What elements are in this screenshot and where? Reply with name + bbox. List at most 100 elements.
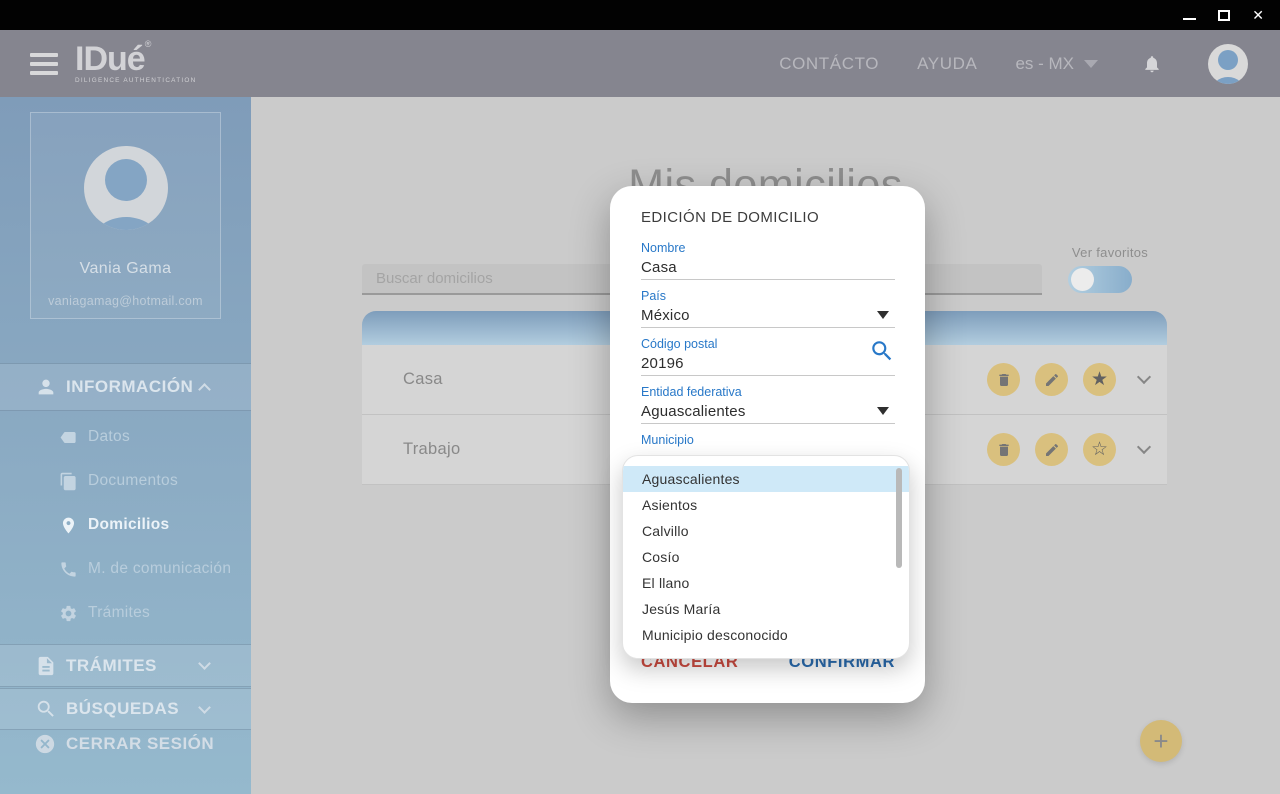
edit-button[interactable] <box>1035 433 1068 466</box>
section-label: BÚSQUEDAS <box>66 699 180 718</box>
chevron-down-icon <box>198 700 211 714</box>
sidebar-item-medios-comunicacion[interactable]: M. de comunicación <box>0 547 251 591</box>
logout-label: CERRAR SESIÓN <box>66 734 215 753</box>
sidebar-section-informacion[interactable]: INFORMACIÓN <box>0 363 251 411</box>
dropdown-option[interactable]: Cosío <box>623 544 909 570</box>
app-header: IDué® DILIGENCE AUTHENTICATION CONTÁCTO … <box>0 30 1280 97</box>
dropdown-option[interactable]: Calvillo <box>623 518 909 544</box>
entidad-federativa-select[interactable]: Aguascalientes <box>641 403 895 424</box>
delete-button[interactable] <box>987 363 1020 396</box>
phone-icon <box>59 560 78 579</box>
sidebar-item-label: Trámites <box>88 604 151 621</box>
gear-icon <box>59 604 78 623</box>
sidebar-item-label: Documentos <box>88 472 179 489</box>
field-label: Municipio <box>641 433 694 447</box>
favorites-toggle[interactable] <box>1068 266 1132 293</box>
chevron-down-icon[interactable] <box>1136 369 1152 384</box>
hamburger-menu-icon[interactable] <box>30 52 58 75</box>
chevron-down-icon <box>198 657 211 670</box>
star-filled-icon: ★ <box>1090 369 1109 390</box>
chevron-down-icon <box>1084 59 1098 68</box>
field-label: Código postal <box>641 337 718 351</box>
sidebar-section-tramites[interactable]: TRÁMITES <box>0 644 251 687</box>
trash-icon <box>998 443 1009 456</box>
sidebar-item-label: M. de comunicación <box>88 560 232 577</box>
nav-ayuda[interactable]: AYUDA <box>917 54 977 74</box>
brand-logo: IDué® DILIGENCE AUTHENTICATION <box>75 39 197 85</box>
search-icon <box>35 698 57 720</box>
plus-icon: + <box>1153 726 1169 756</box>
dropdown-option[interactable]: Jesús María <box>623 596 909 622</box>
dropdown-option[interactable]: Aguascalientes <box>623 466 909 492</box>
profile-card: Vania Gama vaniagamag@hotmail.com <box>30 112 221 319</box>
star-outline-icon: ☆ <box>1090 439 1109 460</box>
favorites-toggle-label: Ver favoritos <box>1071 245 1149 260</box>
profile-email: vaniagamag@hotmail.com <box>48 294 203 308</box>
maximize-icon[interactable] <box>1218 9 1231 21</box>
field-codigo-postal: Código postal 20196 <box>641 336 895 376</box>
sidebar-item-tramites[interactable]: Trámites <box>0 591 251 635</box>
chevron-up-icon <box>198 382 211 396</box>
pencil-icon <box>1045 443 1058 456</box>
domicile-name: Casa <box>403 370 443 388</box>
trash-icon <box>998 373 1009 386</box>
field-pais: País México <box>641 288 895 328</box>
documents-icon <box>59 472 78 491</box>
modal-title: EDICIÓN DE DOMICILIO <box>641 209 820 226</box>
sidebar-section-busquedas[interactable]: BÚSQUEDAS <box>0 688 251 730</box>
pais-select[interactable]: México <box>641 307 895 328</box>
sidebar-item-label: Datos <box>88 428 130 445</box>
notifications-bell-icon[interactable] <box>1142 53 1162 75</box>
edit-button[interactable] <box>1035 363 1068 396</box>
nombre-input[interactable]: Casa <box>641 259 895 280</box>
edit-domicile-modal: EDICIÓN DE DOMICILIO Nombre Casa País Mé… <box>610 186 925 703</box>
os-titlebar: ✕ <box>0 0 1280 30</box>
chevron-down-icon[interactable] <box>1136 439 1152 454</box>
postal-search-icon[interactable] <box>869 338 895 364</box>
dropdown-option[interactable]: Municipio desconocido <box>623 622 909 648</box>
field-municipio: Municipio <box>641 432 895 449</box>
close-circle-icon <box>34 733 56 755</box>
field-nombre: Nombre Casa <box>641 240 895 280</box>
field-label: País <box>641 289 667 303</box>
profile-name: Vania Gama <box>79 260 172 277</box>
location-pin-icon <box>59 516 78 535</box>
language-value: es - MX <box>1015 53 1074 73</box>
label-icon <box>59 428 78 447</box>
close-icon[interactable]: ✕ <box>1252 8 1264 22</box>
add-domicile-button[interactable]: + <box>1140 720 1182 762</box>
sidebar-item-label: Domicilios <box>88 516 170 533</box>
dropdown-option[interactable]: Asientos <box>623 492 909 518</box>
sidebar-item-datos[interactable]: Datos <box>0 415 251 459</box>
select-arrow-icon[interactable] <box>877 311 889 319</box>
delete-button[interactable] <box>987 433 1020 466</box>
dropdown-scrollbar[interactable] <box>896 468 902 568</box>
person-icon <box>35 376 57 398</box>
favorite-button[interactable]: ☆ <box>1083 433 1116 466</box>
sidebar-item-domicilios[interactable]: Domicilios <box>0 503 251 547</box>
profile-avatar <box>84 146 168 230</box>
domicile-name: Trabajo <box>403 440 461 458</box>
minimize-icon[interactable] <box>1183 18 1197 20</box>
select-arrow-icon[interactable] <box>877 407 889 415</box>
section-label: TRÁMITES <box>66 655 157 675</box>
field-entidad-federativa: Entidad federativa Aguascalientes <box>641 384 895 424</box>
toggle-knob <box>1071 268 1094 291</box>
nav-contacto[interactable]: CONTÁCTO <box>779 54 879 74</box>
registered-mark: ® <box>144 39 152 50</box>
favorite-button[interactable]: ★ <box>1083 363 1116 396</box>
field-label: Entidad federativa <box>641 385 742 399</box>
sidebar-item-documentos[interactable]: Documentos <box>0 459 251 503</box>
municipio-dropdown: Aguascalientes Asientos Calvillo Cosío E… <box>622 455 910 659</box>
brand-tagline: DILIGENCE AUTHENTICATION <box>75 77 197 85</box>
sidebar-submenu: Datos Documentos Domicilios M. de comuni… <box>0 415 251 635</box>
field-label: Nombre <box>641 241 686 255</box>
section-label: INFORMACIÓN <box>66 377 194 396</box>
logout-button[interactable]: CERRAR SESIÓN <box>0 729 251 759</box>
pencil-icon <box>1045 373 1058 386</box>
document-icon <box>35 655 57 677</box>
codigo-postal-input[interactable]: 20196 <box>641 355 895 376</box>
dropdown-option[interactable]: El llano <box>623 570 909 596</box>
user-avatar[interactable] <box>1208 43 1248 84</box>
language-selector[interactable]: es - MX <box>1015 54 1098 74</box>
